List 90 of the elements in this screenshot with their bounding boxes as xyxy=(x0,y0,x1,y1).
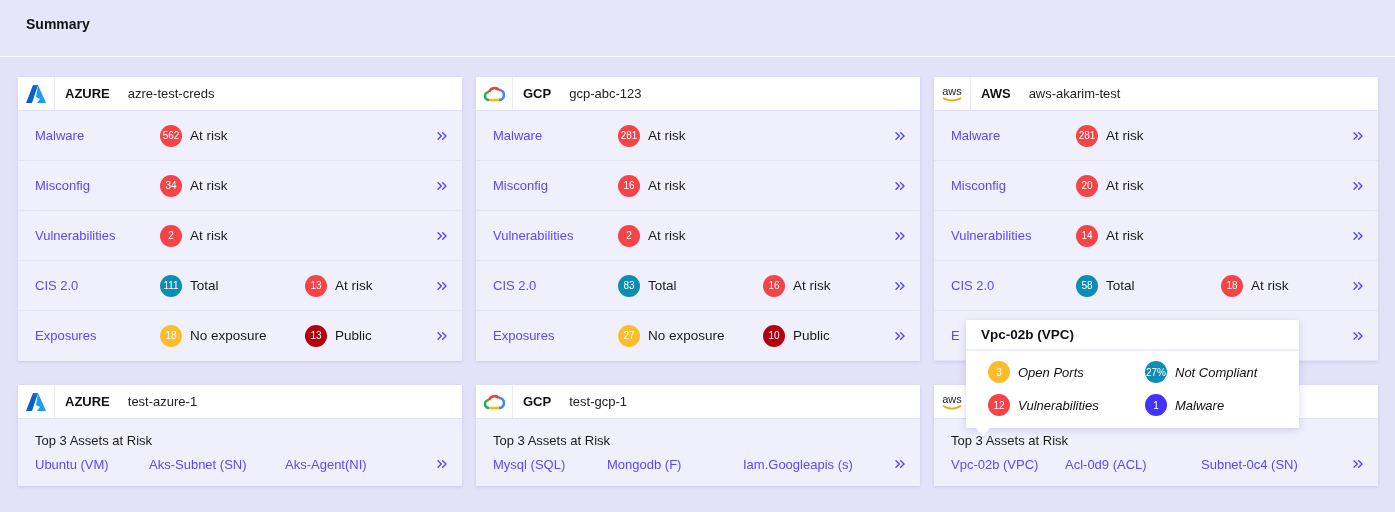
provider-name: GCP xyxy=(523,394,552,409)
tooltip-title: Vpc-02b (VPC) xyxy=(966,320,1299,351)
provider-name: AZURE xyxy=(65,394,110,409)
category-link[interactable]: Vulnerabilities xyxy=(951,228,1076,243)
asset-link[interactable]: Mysql (SQL) xyxy=(493,456,607,472)
metric-label: At risk xyxy=(648,178,686,193)
category-link[interactable]: Malware xyxy=(951,128,1076,143)
provider-name: AZURE xyxy=(65,86,110,101)
category-link[interactable]: Vulnerabilities xyxy=(493,228,618,243)
count-badge: 14 xyxy=(1076,224,1098,247)
count-badge: 16 xyxy=(763,274,785,297)
metric-label: Public xyxy=(793,328,830,343)
asset-link[interactable]: Iam.Googleapis (s) xyxy=(743,456,884,472)
count-badge: 13 xyxy=(305,324,327,347)
account-name: test-azure-1 xyxy=(127,394,198,409)
count-badge: 12 xyxy=(988,394,1010,416)
count-badge: 18 xyxy=(160,324,182,347)
account-name: gcp-abc-123 xyxy=(569,86,642,101)
metric-label: At risk xyxy=(648,228,686,243)
category-link[interactable]: Misconfig xyxy=(493,178,618,193)
account-name: aws-akarim-test xyxy=(1028,86,1121,101)
metric-label: At risk xyxy=(190,228,228,243)
assets-heading: Top 3 Assets at Risk xyxy=(493,433,612,448)
category-link[interactable]: Malware xyxy=(35,128,160,143)
metric-label: No exposure xyxy=(190,328,267,343)
category-link[interactable]: Vulnerabilities xyxy=(35,228,160,243)
count-badge: 1 xyxy=(1145,394,1167,416)
category-link[interactable]: Malware xyxy=(493,128,618,143)
assets-heading: Top 3 Assets at Risk xyxy=(951,433,1070,448)
cloud-logo-icon xyxy=(483,85,505,102)
category-link[interactable]: Exposures xyxy=(493,328,618,343)
metric-label: At risk xyxy=(1106,128,1144,143)
asset-link[interactable]: Ubuntu (VM) xyxy=(35,456,149,472)
metric-label: Not Compliant xyxy=(1175,364,1258,380)
count-badge: 111 xyxy=(160,274,182,297)
category-link[interactable]: CIS 2.0 xyxy=(951,278,1076,293)
asset-link[interactable]: Aks-Agent(NI) xyxy=(285,456,426,472)
metric-label: At risk xyxy=(793,278,831,293)
count-badge: 2 xyxy=(618,224,640,247)
count-badge: 34 xyxy=(160,174,182,197)
asset-link[interactable]: Mongodb (F) xyxy=(607,456,743,472)
azure-logo-icon xyxy=(26,84,46,103)
count-badge: 18 xyxy=(1221,274,1243,297)
metric-label: No exposure xyxy=(648,328,725,343)
count-badge: 27% xyxy=(1145,361,1167,383)
account-name: test-gcp-1 xyxy=(569,394,627,409)
metric-label: Public xyxy=(335,328,372,343)
category-link[interactable]: Misconfig xyxy=(35,178,160,193)
metric-label: Total xyxy=(190,278,219,293)
count-badge: 281 xyxy=(1076,124,1098,147)
asset-link[interactable]: Aks-Subnet (SN) xyxy=(149,456,285,472)
metric-label: At risk xyxy=(335,278,373,293)
metric-label: At risk xyxy=(648,128,686,143)
asset-link[interactable]: Acl-0d9 (ACL) xyxy=(1065,456,1201,472)
count-badge: 3 xyxy=(988,361,1010,383)
count-badge: 2 xyxy=(160,224,182,247)
metric-label: At risk xyxy=(1106,178,1144,193)
metric-label: At risk xyxy=(1106,228,1144,243)
page-title: Summary xyxy=(26,16,90,32)
category-link[interactable]: Exposures xyxy=(35,328,160,343)
provider-name: GCP xyxy=(523,86,552,101)
count-badge: 58 xyxy=(1076,274,1098,297)
category-link[interactable]: CIS 2.0 xyxy=(35,278,160,293)
metric-label: Total xyxy=(648,278,677,293)
category-link[interactable]: CIS 2.0 xyxy=(493,278,618,293)
count-badge: 281 xyxy=(618,124,640,147)
count-badge: 16 xyxy=(618,174,640,197)
count-badge: 13 xyxy=(305,274,327,297)
azure-logo-icon xyxy=(26,392,46,411)
aws-logo: aws xyxy=(942,85,962,102)
metric-label: Total xyxy=(1106,278,1135,293)
count-badge: 27 xyxy=(618,324,640,347)
asset-link[interactable]: Vpc-02b (VPC) xyxy=(951,456,1065,472)
metric-label: Malware xyxy=(1175,397,1225,413)
count-badge: 562 xyxy=(160,124,182,147)
account-name: azre-test-creds xyxy=(127,86,215,101)
category-link[interactable]: Misconfig xyxy=(951,178,1076,193)
provider-name: AWS xyxy=(981,86,1011,101)
aws-logo: aws xyxy=(942,393,962,410)
metric-label: Open Ports xyxy=(1018,364,1084,380)
metric-label: At risk xyxy=(190,178,228,193)
cloud-logo-icon xyxy=(483,393,505,410)
count-badge: 83 xyxy=(618,274,640,297)
assets-heading: Top 3 Assets at Risk xyxy=(35,433,154,448)
metric-label: Vulnerabilities xyxy=(1018,397,1099,413)
metric-label: At risk xyxy=(190,128,228,143)
metric-label: At risk xyxy=(1251,278,1289,293)
asset-link[interactable]: Subnet-0c4 (SN) xyxy=(1201,456,1342,472)
count-badge: 20 xyxy=(1076,174,1098,197)
count-badge: 10 xyxy=(763,324,785,347)
